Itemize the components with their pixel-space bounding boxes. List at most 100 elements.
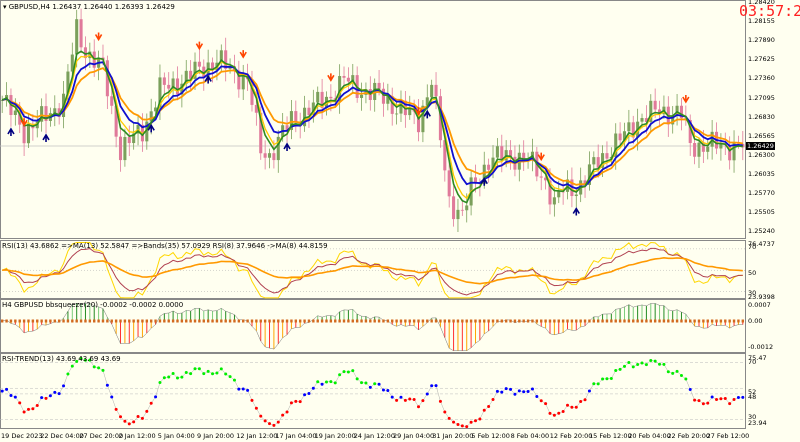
candle-body bbox=[75, 19, 79, 55]
triangle-down-icon[interactable]: ▾ bbox=[3, 3, 7, 11]
time-axis-label: 19 Dec 2023 bbox=[1, 432, 43, 440]
buy-arrow-icon bbox=[204, 74, 212, 84]
squeeze-dot bbox=[391, 319, 394, 323]
time-axis-label: 17 Jan 04:00 bbox=[275, 432, 317, 440]
rsi-trend-dot bbox=[456, 422, 460, 426]
rsi-trend-dot bbox=[0, 389, 4, 393]
rsi-trend-dot bbox=[452, 420, 456, 424]
price-axis-label: 1.25505 bbox=[748, 208, 775, 217]
rsi-trend-dot bbox=[417, 405, 421, 409]
squeeze-dot bbox=[360, 319, 363, 323]
rsi-trend-dot bbox=[44, 396, 48, 400]
rsi-trend-dot bbox=[193, 367, 197, 371]
rsi-trend-dot bbox=[377, 382, 381, 386]
candle-body bbox=[263, 153, 267, 158]
rsi-trend-dot bbox=[728, 402, 732, 406]
squeeze-dot bbox=[592, 319, 596, 323]
time-axis-label: 24 Jan 12:00 bbox=[353, 432, 395, 440]
rsi-trend-dot bbox=[338, 373, 342, 377]
squeeze-dot bbox=[176, 319, 179, 323]
squeeze-dot bbox=[369, 319, 372, 323]
rsi-trend-dot bbox=[513, 392, 517, 396]
rsi-trend-dot bbox=[684, 377, 688, 381]
rsi-trend-dot bbox=[658, 362, 662, 366]
rsi-trend-dot bbox=[167, 375, 171, 379]
price-axis-label: 1.28155 bbox=[748, 17, 775, 26]
candle-body bbox=[381, 88, 385, 104]
rsi-trend-dot bbox=[666, 370, 670, 374]
rsi-trend-dot bbox=[425, 392, 429, 396]
rsi-trend-dot bbox=[298, 400, 302, 404]
rsi-trend-dot bbox=[522, 390, 526, 394]
squeeze-dot bbox=[136, 319, 140, 323]
sell-arrow-icon bbox=[239, 50, 247, 59]
rsi-trend-dot bbox=[386, 389, 390, 393]
squeeze-dot bbox=[702, 319, 705, 323]
rsi-trend-dot bbox=[5, 387, 9, 391]
time-axis-label: 12 Jan 12:00 bbox=[236, 432, 278, 440]
squeeze-dot bbox=[228, 319, 232, 323]
rsi-trend-dot bbox=[592, 382, 596, 386]
mt4-chart-window[interactable]: ▾ GBPUSD,H4 1.26437 1.26440 1.26393 1.26… bbox=[0, 0, 800, 442]
squeeze-dot bbox=[434, 319, 438, 323]
rsi-trend-dot bbox=[443, 410, 447, 414]
squeeze-dot bbox=[149, 319, 153, 323]
time-axis-label: 19 Jan 20:00 bbox=[314, 432, 356, 440]
squeeze-dot bbox=[290, 319, 293, 323]
squeeze-dot bbox=[579, 319, 582, 323]
squeeze-dot bbox=[399, 319, 403, 323]
time-axis-label: 27 Dec 20:00 bbox=[79, 432, 124, 440]
squeeze-dot bbox=[540, 319, 543, 323]
rsi-trend-dot bbox=[189, 372, 193, 376]
rsi-trend-dot bbox=[355, 377, 359, 381]
squeeze-axis-label: 0.0007 bbox=[748, 301, 771, 309]
rsi-trend-dot bbox=[224, 372, 228, 376]
candle-body bbox=[272, 153, 276, 161]
rsi-trend-dot bbox=[276, 420, 280, 424]
squeeze-dot bbox=[145, 319, 149, 323]
squeeze-dot bbox=[171, 319, 175, 323]
squeeze-dot bbox=[31, 319, 35, 323]
squeeze-dot bbox=[189, 319, 192, 323]
squeeze-dot bbox=[180, 319, 184, 323]
candle-body bbox=[574, 194, 578, 197]
rsi-ma-line bbox=[2, 257, 743, 285]
candle-body bbox=[110, 96, 114, 106]
rsi-trend-dot bbox=[57, 392, 61, 396]
price-axis-label: 1.28420 bbox=[748, 0, 775, 6]
squeeze-dot bbox=[355, 319, 359, 323]
rsi-trend-dot bbox=[706, 401, 710, 405]
candle-body bbox=[167, 84, 171, 89]
rsi-trend-dot bbox=[360, 381, 364, 385]
chart-canvas[interactable] bbox=[0, 0, 800, 442]
candle-body bbox=[640, 118, 644, 122]
squeeze-dot bbox=[469, 319, 473, 323]
squeeze-dot bbox=[500, 319, 503, 323]
squeeze-dot bbox=[561, 319, 565, 323]
squeeze-dot bbox=[75, 319, 78, 323]
rsi-trend-dot bbox=[622, 364, 626, 368]
candle-body bbox=[307, 107, 311, 116]
squeeze-dot bbox=[426, 319, 429, 323]
rsi-trend-dot bbox=[97, 366, 101, 370]
sell-arrow-icon bbox=[682, 94, 690, 104]
rsi-trend-dot bbox=[395, 398, 399, 402]
rsi-trend-dot bbox=[460, 424, 464, 428]
candle-body bbox=[693, 143, 697, 157]
rsi-trend-dot bbox=[561, 409, 565, 413]
squeeze-dot bbox=[351, 319, 354, 323]
candle-body bbox=[552, 197, 556, 205]
time-axis-label: 15 Feb 12:00 bbox=[589, 432, 632, 440]
squeeze-dot bbox=[71, 319, 74, 323]
candle-body bbox=[627, 122, 631, 132]
rsi-trend-dot bbox=[478, 417, 482, 421]
squeeze-dot bbox=[294, 319, 298, 323]
squeeze-dot bbox=[697, 319, 701, 323]
rsi-trend-axis-label: 48 bbox=[748, 393, 757, 401]
squeeze-dot bbox=[741, 319, 745, 323]
squeeze-dot bbox=[377, 319, 381, 323]
rsi-trend-dot bbox=[237, 387, 241, 391]
rsi-trend-dot bbox=[675, 369, 679, 373]
rsi-trend-dot bbox=[403, 398, 407, 402]
candle-body bbox=[653, 100, 657, 110]
